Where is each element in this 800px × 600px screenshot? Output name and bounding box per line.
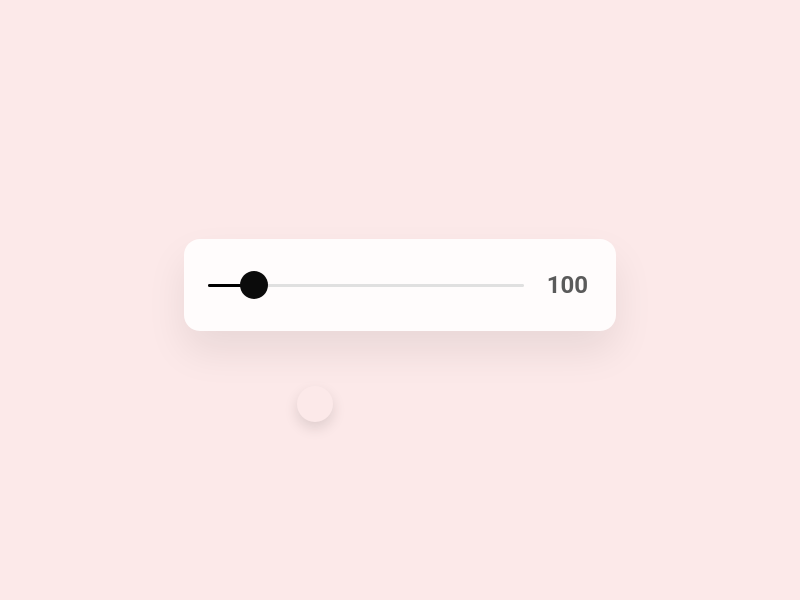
- slider-value: 100: [544, 271, 588, 299]
- slider-thumb[interactable]: [240, 271, 268, 299]
- slider-card: 100: [184, 239, 616, 331]
- slider[interactable]: [208, 270, 524, 300]
- theme-toggle-button[interactable]: [297, 386, 333, 422]
